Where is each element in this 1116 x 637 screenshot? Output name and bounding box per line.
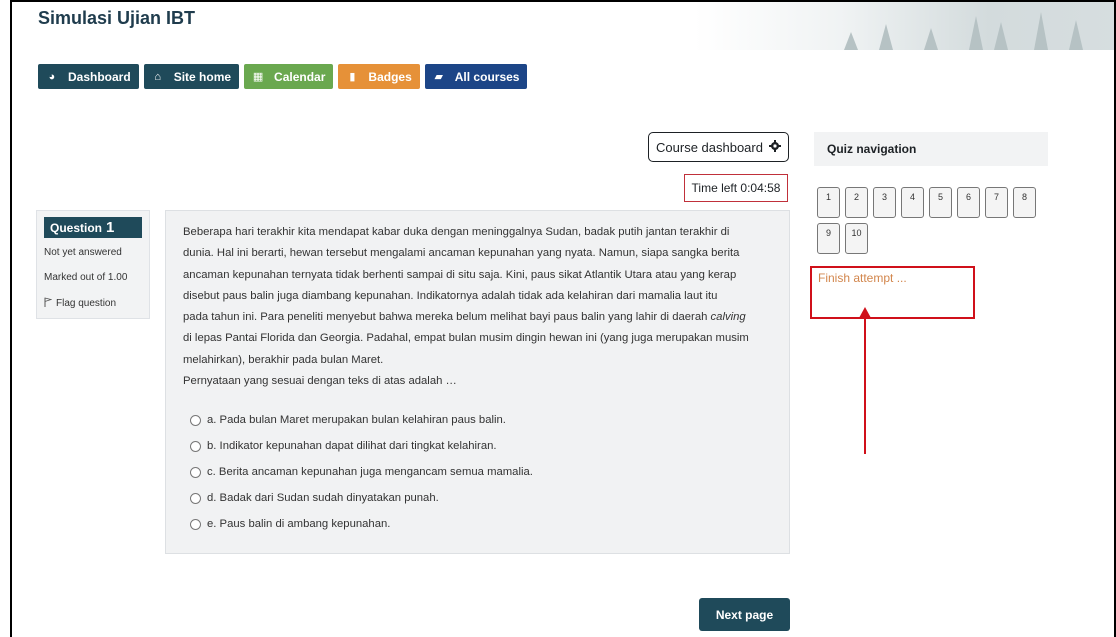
question-number-badge: Question 1 (44, 217, 142, 238)
quiz-nav-button-6[interactable]: 6 (957, 187, 980, 218)
flag-question-link[interactable]: Flag question (44, 297, 142, 310)
quiz-nav-button-5[interactable]: 5 (929, 187, 952, 218)
quiz-nav-button-8[interactable]: 8 (1013, 187, 1036, 218)
page-frame: Simulasi Ujian IBT ◕ Dashboard ⌂ Site ho… (10, 0, 1116, 637)
annotation-arrow (864, 314, 866, 454)
site-title[interactable]: Simulasi Ujian IBT (38, 8, 195, 29)
quiz-nav-button-3[interactable]: 3 (873, 187, 896, 218)
flag-icon (44, 297, 53, 310)
question-text: Beberapa hari terakhir kita mendapat kab… (183, 222, 773, 392)
header-banner-image (694, 2, 1114, 50)
question-text-line: disebut paus balin juga diambang kepunah… (183, 289, 718, 302)
question-state: Not yet answered (44, 247, 122, 258)
quiz-nav-button-10[interactable]: 10 (845, 223, 868, 254)
quiz-nav-button-9[interactable]: 9 (817, 223, 840, 254)
site-home-button[interactable]: ⌂ Site home (143, 64, 240, 89)
quiz-navigation-title: Quiz navigation (814, 132, 1048, 166)
question-number: 1 (106, 219, 115, 236)
italic-term: calving (710, 311, 746, 324)
answer-option-a[interactable]: a. Pada bulan Maret merupakan bulan kela… (183, 407, 773, 433)
next-page-button[interactable]: Next page (699, 598, 790, 631)
question-text-line: dunia. Hal ini berarti, hewan tersebut m… (183, 247, 740, 260)
question-text-segment: pada tahun ini. Para peneliti menyebut b… (183, 311, 708, 324)
quiz-navigation-grid: 1 2 3 4 5 6 7 8 9 10 (817, 187, 1047, 254)
home-icon: ⌂ (154, 70, 162, 83)
bookmark-icon: ▮ (349, 71, 356, 83)
flag-question-label: Flag question (56, 298, 117, 309)
radio-button[interactable] (190, 414, 201, 426)
badges-button[interactable]: ▮ Badges (338, 64, 420, 89)
calendar-button-label: Calendar (274, 69, 326, 84)
answer-option-e[interactable]: e. Paus balin di ambang kepunahan. (183, 511, 773, 537)
dashboard-button-label: Dashboard (68, 69, 131, 84)
course-dashboard-label: Course dashboard (656, 139, 763, 155)
course-dashboard-button[interactable]: Course dashboard (648, 132, 789, 162)
dashboard-button[interactable]: ◕ Dashboard (38, 64, 139, 89)
all-courses-button[interactable]: ▰ All courses (424, 64, 528, 89)
question-text-line: melahirkan), berakhir pada bulan Maret. (183, 353, 384, 366)
radio-button[interactable] (190, 440, 201, 452)
answer-label: a. Pada bulan Maret merupakan bulan kela… (207, 414, 506, 427)
question-text-line: di lepas Pantai Florida dan Georgia. Pad… (183, 332, 749, 345)
answer-option-c[interactable]: c. Berita ancaman kepunahan juga menganc… (183, 459, 773, 485)
question-text-line: Beberapa hari terakhir kita mendapat kab… (183, 226, 730, 238)
radio-button[interactable] (190, 518, 201, 530)
book-icon: ▰ (434, 71, 443, 83)
question-marks: Marked out of 1.00 (44, 272, 128, 283)
quiz-nav-button-1[interactable]: 1 (817, 187, 840, 218)
calendar-icon: ▦ (252, 71, 264, 83)
badges-button-label: Badges (368, 69, 412, 84)
radio-button[interactable] (190, 492, 201, 504)
radio-button[interactable] (190, 466, 201, 478)
question-label: Question (50, 221, 103, 235)
answer-label: b. Indikator kepunahan dapat dilihat dar… (207, 440, 497, 453)
answer-options: a. Pada bulan Maret merupakan bulan kela… (183, 407, 773, 537)
question-text-line: ancaman kepunahan ternyata tidak berhent… (183, 268, 737, 281)
question-text-line: pada tahun ini. Para peneliti menyebut b… (183, 307, 773, 328)
quiz-nav-button-2[interactable]: 2 (845, 187, 868, 218)
all-courses-button-label: All courses (454, 69, 520, 84)
calendar-button[interactable]: ▦ Calendar (244, 64, 334, 89)
time-left-timer: Time left 0:04:58 (684, 174, 788, 202)
site-home-button-label: Site home (173, 69, 232, 84)
answer-option-b[interactable]: b. Indikator kepunahan dapat dilihat dar… (183, 433, 773, 459)
finish-attempt-link[interactable]: Finish attempt ... (810, 266, 975, 319)
quiz-nav-button-4[interactable]: 4 (901, 187, 924, 218)
answer-option-d[interactable]: d. Badak dari Sudan sudah dinyatakan pun… (183, 485, 773, 511)
course-navbar: ◕ Dashboard ⌂ Site home ▦ Calendar ▮ Bad… (38, 64, 528, 89)
question-content: Beberapa hari terakhir kita mendapat kab… (165, 210, 790, 554)
answer-label: e. Paus balin di ambang kepunahan. (207, 518, 391, 531)
answer-label: d. Badak dari Sudan sudah dinyatakan pun… (207, 492, 439, 505)
answer-label: c. Berita ancaman kepunahan juga menganc… (207, 466, 533, 479)
dashboard-icon: ◕ (48, 70, 56, 83)
gear-icon (768, 139, 781, 155)
question-prompt: Pernyataan yang sesuai dengan teks di at… (183, 375, 457, 388)
quiz-nav-button-7[interactable]: 7 (985, 187, 1008, 218)
question-info-panel: Question 1 Not yet answered Marked out o… (36, 210, 150, 319)
